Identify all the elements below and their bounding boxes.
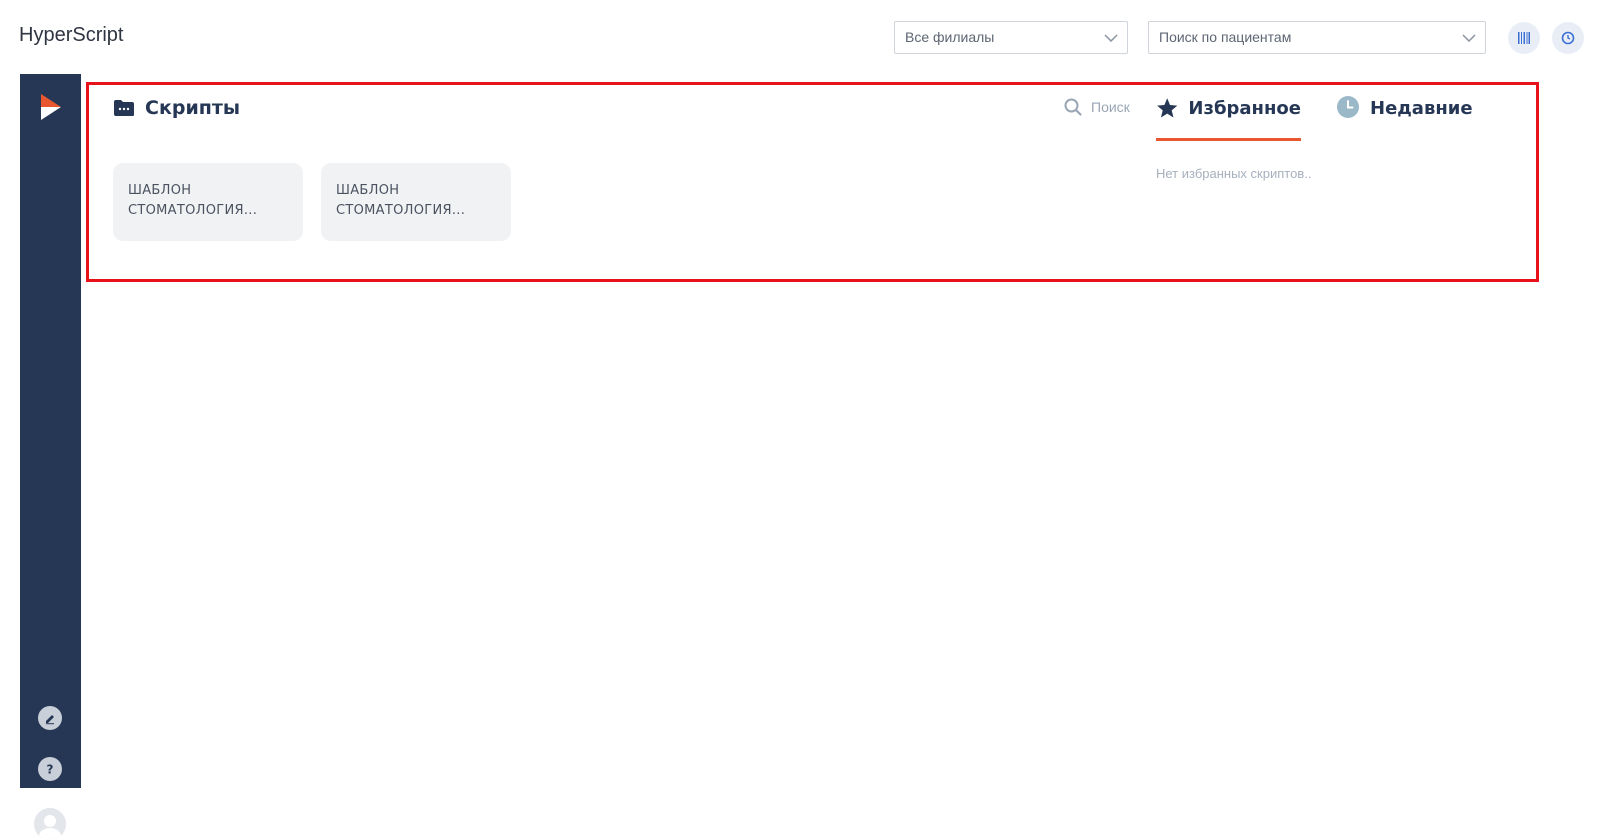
chevron-down-icon: [1103, 22, 1119, 53]
svg-text:?: ?: [47, 763, 54, 777]
clock-icon: [1561, 31, 1575, 45]
tab-favorites-label: Избранное: [1188, 98, 1301, 119]
tab-recent[interactable]: Недавние: [1336, 95, 1473, 141]
branch-select[interactable]: Все филиалы: [894, 21, 1128, 54]
sidebar: ?: [20, 74, 81, 840]
script-card-line1: ШАБЛОН: [128, 183, 192, 198]
chevron-down-icon: [1461, 22, 1477, 53]
barcode-button[interactable]: [1508, 22, 1540, 54]
avatar[interactable]: [34, 808, 66, 840]
empty-favorites-text: Нет избранных скриптов..: [1156, 166, 1312, 181]
search-label: Поиск: [1091, 99, 1130, 115]
search-icon: [1064, 98, 1082, 116]
clock-icon: [1337, 96, 1359, 118]
script-card[interactable]: ШАБЛОН СТОМАТОЛОГИЯ...: [321, 163, 511, 241]
logo-icon[interactable]: [39, 92, 63, 122]
help-icon[interactable]: ?: [38, 757, 62, 781]
scripts-title: Скрипты: [145, 97, 241, 119]
barcode-icon: [1518, 32, 1530, 44]
app-title: HyperScript: [19, 24, 124, 46]
search-button[interactable]: Поиск: [1064, 98, 1130, 116]
script-card-line2: СТОМАТОЛОГИЯ...: [336, 203, 466, 218]
history-button[interactable]: [1552, 22, 1584, 54]
tab-recent-label: Недавние: [1370, 98, 1473, 119]
branch-select-value: Все филиалы: [905, 29, 995, 45]
edit-icon[interactable]: [38, 706, 62, 730]
patient-search-select[interactable]: Поиск по пациентам: [1148, 21, 1486, 54]
script-card-line2: СТОМАТОЛОГИЯ...: [128, 203, 258, 218]
folder-icon: [114, 100, 134, 116]
script-card[interactable]: ШАБЛОН СТОМАТОЛОГИЯ...: [113, 163, 303, 241]
tab-favorites[interactable]: Избранное: [1156, 95, 1301, 141]
scripts-header: Скрипты: [113, 97, 240, 119]
script-card-line1: ШАБЛОН: [336, 183, 400, 198]
patient-search-placeholder: Поиск по пациентам: [1159, 29, 1292, 45]
star-icon: [1157, 98, 1178, 118]
highlight-box: [86, 82, 1539, 282]
